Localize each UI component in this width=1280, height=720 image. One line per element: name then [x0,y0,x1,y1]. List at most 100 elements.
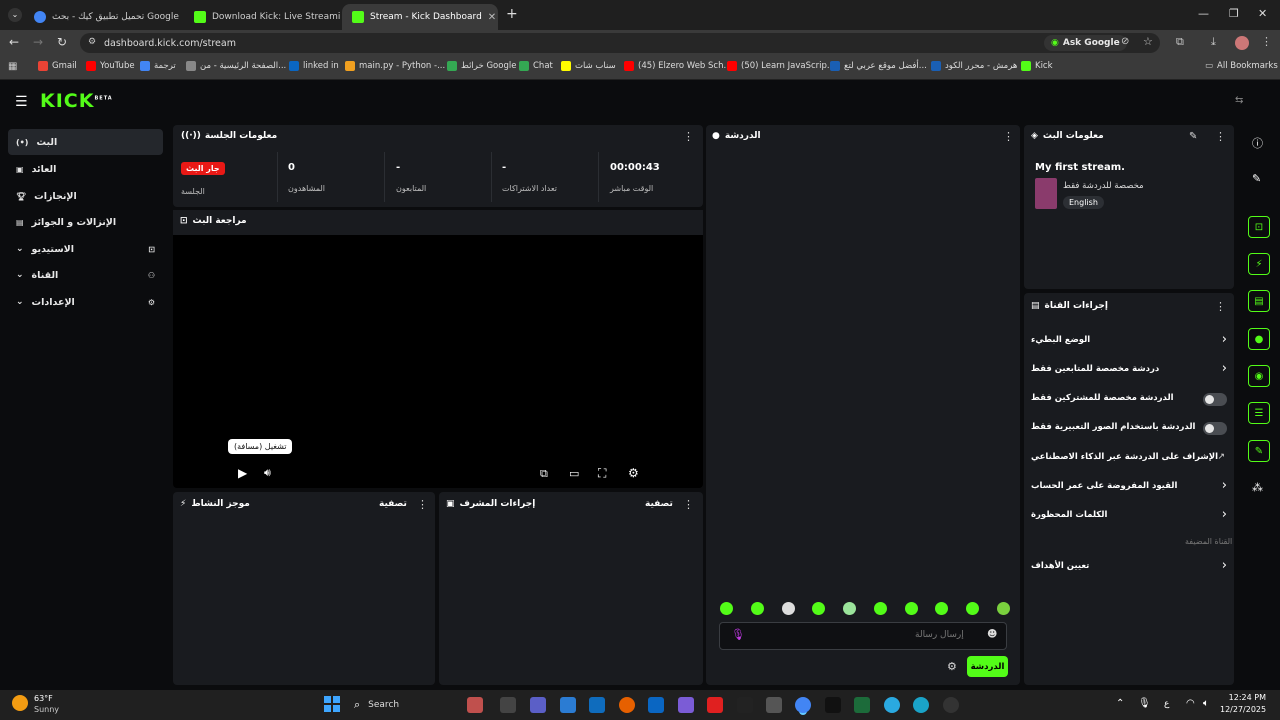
subscribers-only-toggle[interactable] [1203,393,1227,406]
upwork-icon[interactable] [854,697,870,713]
browser-menu-icon[interactable]: ⋮ [1261,35,1272,48]
sidebar-item-stream[interactable]: (•) البث [8,129,163,155]
emote-icon[interactable] [935,602,949,615]
tab-google-search[interactable]: تحميل تطبيق كيك - بحث Google ✕ [24,4,182,30]
tab-search-icon[interactable]: ⌄ [8,8,22,22]
send-chat-button[interactable]: الدردشة [967,656,1008,677]
microphone-tray-icon[interactable]: 🎙︎ [1138,698,1151,709]
sidebar-item-studio[interactable]: ⌄ الاستيديو ⊡ [8,236,163,262]
speaker-icon[interactable]: 🔈︎ [1203,698,1209,709]
bookmark-gmail[interactable]: Gmail [38,61,77,71]
settings-gear-icon[interactable]: ⚙ [628,466,639,480]
tiktok-icon[interactable] [825,697,841,713]
amazon-icon[interactable] [737,697,753,713]
clock-time[interactable]: 12:24 PM [1224,693,1266,702]
rail-chat-button[interactable]: ● [1248,328,1270,350]
task-view-icon[interactable] [500,697,516,713]
channel-action-set-goals[interactable]: تعيين الأهداف › [1031,558,1227,575]
vscode-icon[interactable] [678,697,694,713]
more-options-icon[interactable]: ⋮ [1003,130,1014,143]
tray-chevron-icon[interactable]: ⌃ [1116,698,1124,709]
tab-download-kick[interactable]: Download Kick: Live Streaming ✕ [184,4,340,30]
emote-icon[interactable] [904,602,918,615]
new-tab-button[interactable]: + [506,6,518,22]
sidebar-item-revenue[interactable]: ▣ العائد [8,156,163,182]
ask-google-button[interactable]: ◉ Ask Google [1044,35,1127,51]
wikipedia-icon[interactable] [766,697,782,713]
close-tab-icon[interactable]: ✕ [488,12,496,23]
rail-notes-button[interactable]: ▤ [1248,290,1270,312]
microphone-icon[interactable]: 🎙︎ [731,628,745,641]
file-explorer-icon[interactable] [560,697,576,713]
sidebar-item-settings[interactable]: ⌄ الإعدادات ⚙ [8,289,163,315]
emote-icon[interactable] [720,602,733,615]
more-options-icon[interactable]: ⋮ [683,498,694,511]
emote-icon[interactable] [812,602,826,615]
address-bar[interactable]: dashboard.kick.com/stream [80,33,1160,53]
hamburger-menu-icon[interactable]: ☰ [15,94,28,110]
rail-activity-button[interactable]: ⚡︎ [1248,253,1270,275]
play-button[interactable]: ▶ [238,466,247,480]
outlook-icon[interactable] [589,697,605,713]
bookmark-main-py[interactable]: main.py - Python -... [345,61,445,71]
maximize-button[interactable]: ❐ [1229,7,1239,20]
category-name[interactable]: مخصصة للدردشة فقط [1063,181,1144,191]
volume-icon[interactable]: 🔊︎ [264,466,271,480]
profile-avatar[interactable] [1235,36,1249,50]
forward-icon[interactable]: → [33,35,43,49]
more-options-icon[interactable]: ⋮ [417,498,428,511]
emotes-only-toggle[interactable] [1203,422,1227,435]
bookmark-arabic-site[interactable]: أفضل موقع عربي لتع... [830,61,927,71]
minimize-button[interactable]: — [1198,7,1209,20]
channel-action-slow-mode[interactable]: الوضع البطيء › [1031,332,1227,349]
pip-icon[interactable]: ⧉ [540,467,548,481]
back-icon[interactable]: ← [9,35,19,49]
windows-start-icon[interactable] [324,696,340,712]
bookmark-translate[interactable]: ترجمة [140,61,176,71]
edge-icon[interactable] [884,697,900,713]
url-text[interactable]: dashboard.kick.com/stream [104,38,236,49]
activity-filter-button[interactable]: تصفية [379,499,407,509]
browser-icon[interactable] [913,697,929,713]
obs-icon[interactable] [943,697,959,713]
eye-off-icon[interactable]: ⊘ [1121,36,1129,47]
bookmark-chat[interactable]: Chat [519,61,553,71]
bookmark-linkedin[interactable]: linked in [289,61,339,71]
download-icon[interactable]: ⤓ [1211,35,1216,49]
sidebar-item-channel[interactable]: ⌄ القناة ⚇ [8,262,163,288]
wifi-icon[interactable]: ◠ [1186,698,1195,709]
site-info-icon[interactable]: ⚙ [88,37,96,47]
rail-layout-button[interactable]: ☰ [1248,402,1270,424]
rail-broadcast-button[interactable]: ◉ [1248,365,1270,387]
bookmark-home[interactable]: الصفحة الرئيسية - من... [186,61,286,71]
more-options-icon[interactable]: ⋮ [1215,300,1226,313]
chrome-icon[interactable] [795,697,811,713]
all-bookmarks[interactable]: ▭ All Bookmarks [1205,61,1278,71]
layout-icon[interactable]: ⇆ [1235,95,1243,106]
emote-icon[interactable] [966,602,980,615]
teams-icon[interactable] [530,697,546,713]
tab-kick-dashboard[interactable]: Stream - Kick Dashboard ✕ [342,4,498,30]
bookmark-star-icon[interactable]: ☆ [1143,35,1153,48]
channel-action-ai-moderation[interactable]: الإشراف على الدردشة عبر الذكاء الاصطناعي… [1031,452,1227,466]
channel-action-followers-only[interactable]: دردشة مخصصة للمتابعين فقط › [1031,361,1227,378]
firefox-icon[interactable] [619,697,635,713]
kick-logo[interactable]: KICKBETA [40,90,113,112]
emote-icon[interactable] [873,602,887,615]
mod-filter-button[interactable]: تصفية [645,499,673,509]
emote-icon[interactable] [781,602,795,615]
channel-action-banned-words[interactable]: الكلمات المحظورة › [1031,507,1227,524]
bookmark-learn-js[interactable]: (50) Learn JavaScrip... [727,61,835,71]
bookmark-elzero[interactable]: (45) Elzero Web Sch... [624,61,732,71]
emote-icon[interactable] [996,602,1010,615]
apps-grid-icon[interactable]: ▦ [8,61,17,72]
bookmark-google-maps[interactable]: خرائط Google [447,61,516,71]
channel-action-account-age[interactable]: القيود المفروضة على عمر الحساب › [1031,478,1227,495]
emote-icon[interactable] [843,602,857,615]
bookmark-snapchat[interactable]: سناب شات [561,61,616,71]
rail-preview-button[interactable]: ⊡ [1248,216,1270,238]
emote-icon[interactable] [750,602,764,615]
chat-input[interactable] [719,622,1007,650]
chat-settings-icon[interactable]: ⚙ [947,660,957,673]
edit-icon[interactable]: ✎ [1252,172,1261,185]
